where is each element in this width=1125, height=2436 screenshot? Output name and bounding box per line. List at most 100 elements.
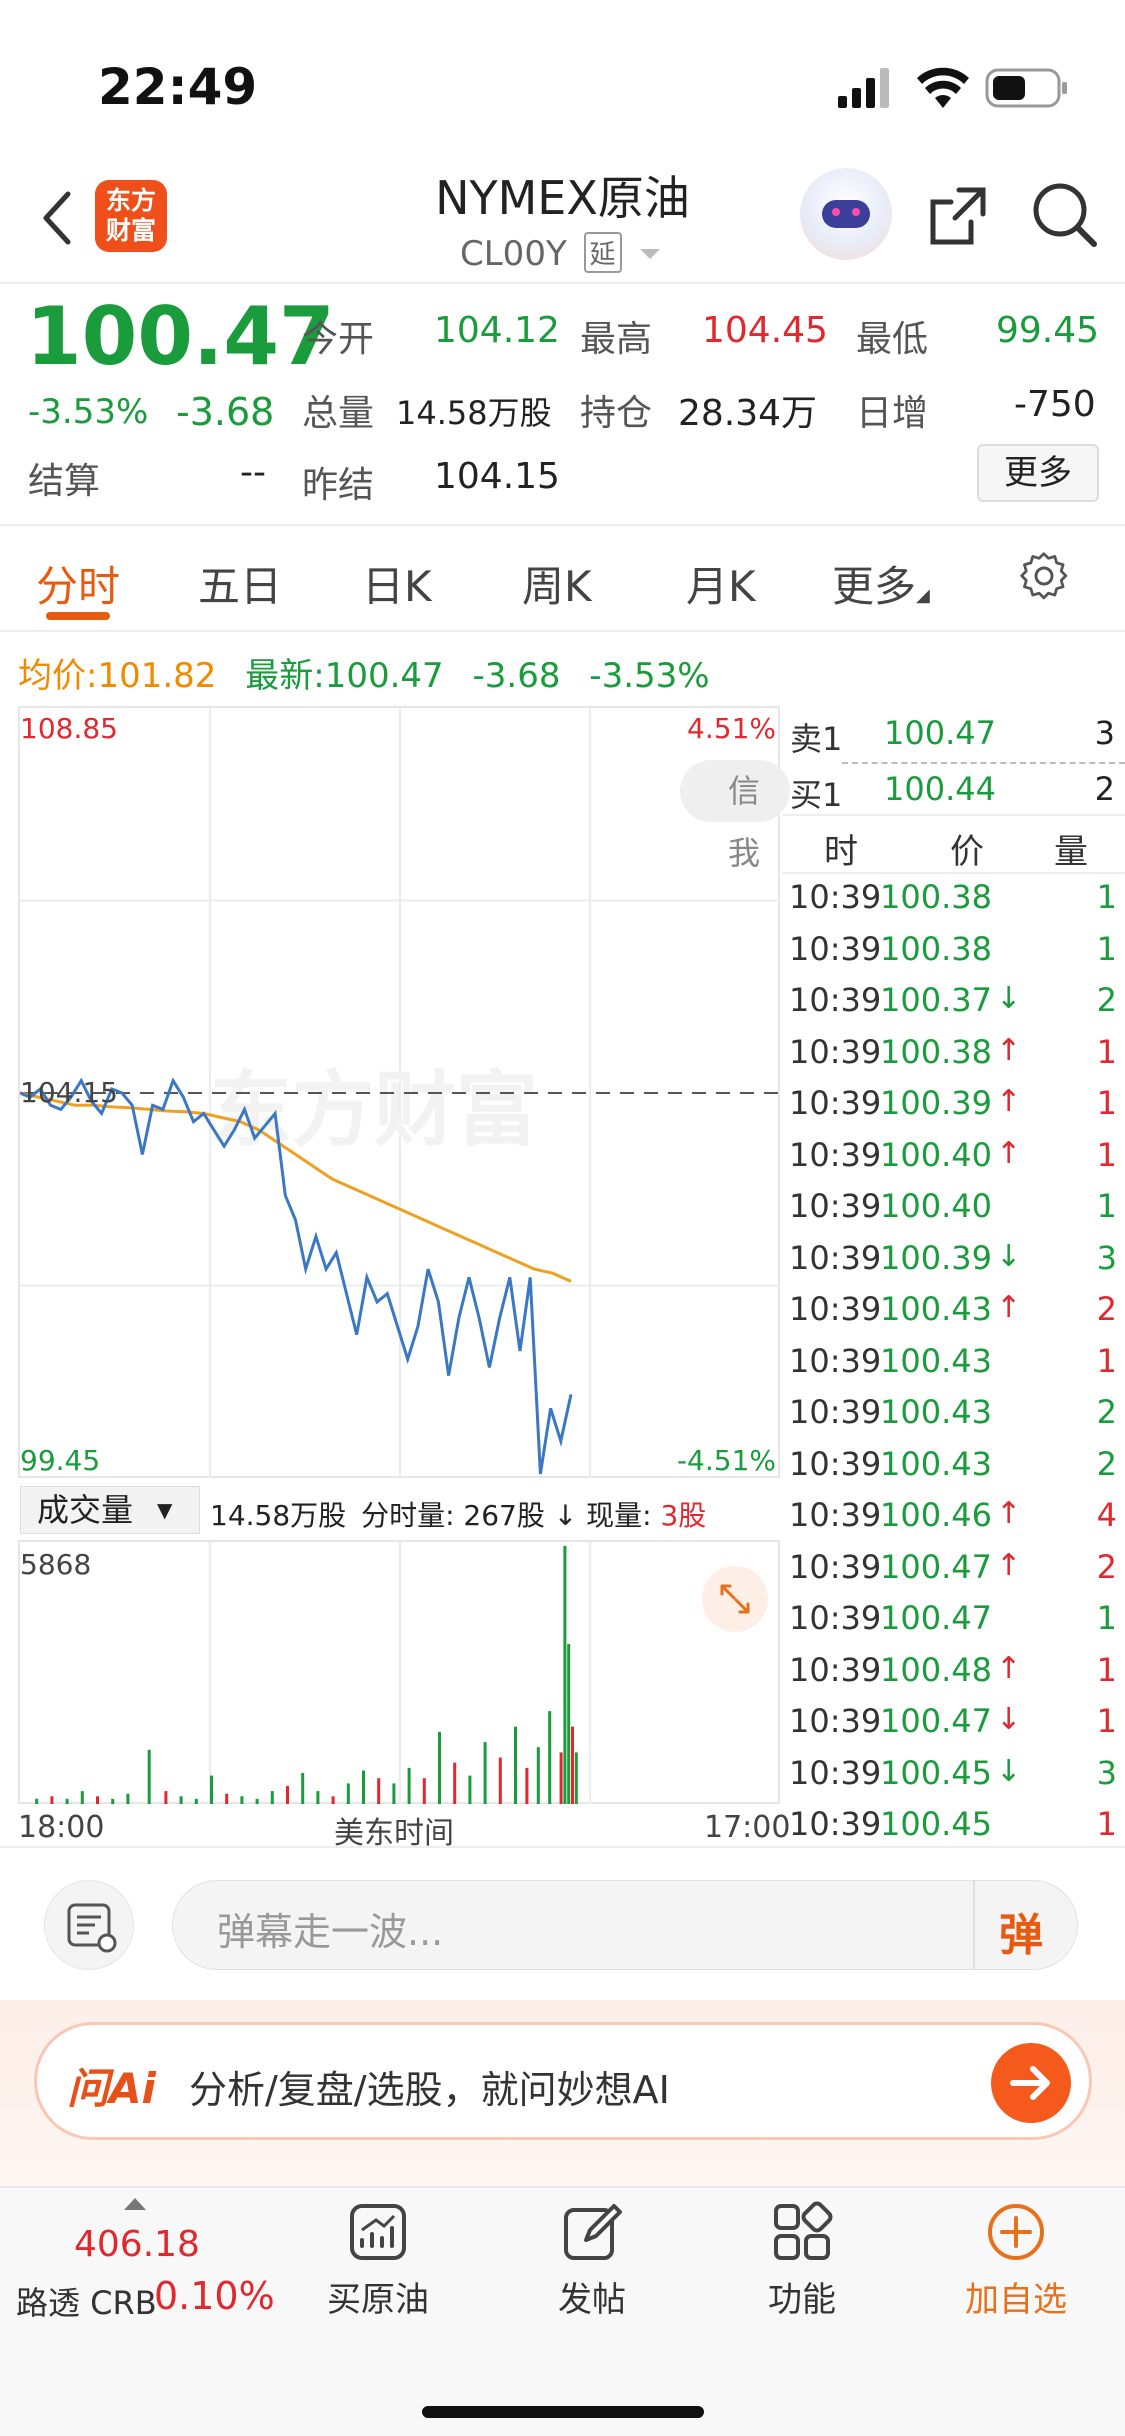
volume-bar [164, 1791, 168, 1804]
trade-row: 10:39 100.38 ↑ 1 [787, 1027, 1117, 1078]
trade-volume: 2 [1096, 1393, 1117, 1431]
volume-selector[interactable]: 成交量 ▼ [20, 1486, 200, 1534]
index-name: 路透 CRB [16, 2284, 157, 2322]
pct-min-label: -4.51% [676, 1444, 776, 1477]
trades-header-volume: 量 [1054, 832, 1088, 872]
position-value: 28.34万 [678, 393, 818, 434]
trade-row: 10:39 100.38 1 [787, 924, 1117, 975]
ai-go-arrow-icon[interactable] [991, 2043, 1071, 2123]
trade-row: 10:39 100.39 ↓ 3 [787, 1233, 1117, 1284]
trade-price: 100.40 [880, 1135, 992, 1174]
open-label: 今开 [302, 319, 375, 360]
tab-weekly-k[interactable]: 周K [522, 553, 592, 614]
volume-bar [316, 1791, 320, 1804]
nav-post-label[interactable]: 发帖 [502, 2272, 682, 2321]
volume-bar [362, 1770, 365, 1804]
volume-bar [255, 1798, 259, 1804]
danmu-input[interactable]: 弹幕走一波... 弹 [172, 1880, 1078, 1970]
trade-price: 100.47 [880, 1547, 992, 1586]
buy1-label: 买1 [790, 776, 843, 814]
low-value: 99.45 [996, 310, 1100, 351]
trade-price: 100.43 [880, 1444, 992, 1483]
buy1-price: 100.44 [884, 770, 996, 808]
trade-row: 10:39 100.47 ↑ 2 [787, 1542, 1117, 1593]
current-volume-value: 3股 [660, 1499, 707, 1532]
nav-functions-label[interactable]: 功能 [712, 2272, 892, 2321]
settlement-value: -- [240, 452, 266, 493]
danmu-button[interactable]: 弹 [999, 1899, 1043, 1963]
trade-row: 10:39 100.43 2 [787, 1387, 1117, 1438]
volume-label: 总量 [302, 393, 375, 434]
trade-time: 10:39 [789, 1032, 882, 1071]
trade-time: 10:39 [789, 1599, 882, 1637]
trade-row: 10:39 100.45 ↓ 3 [787, 1748, 1117, 1799]
volume-bar [559, 1752, 563, 1804]
ai-ask-bar[interactable]: 问Ai 分析/复盘/选股，就问妙想AI [34, 2022, 1092, 2140]
tab-monthly-k[interactable]: 月K [686, 553, 756, 614]
danmaku-pill[interactable]: 信我 [680, 760, 790, 872]
volume-chart[interactable]: 5868 [18, 1540, 780, 1804]
trade-time: 10:39 [789, 1753, 882, 1792]
search-icon[interactable] [1030, 180, 1100, 250]
trade-direction-icon: ↓ [996, 1702, 1022, 1737]
trade-volume: 2 [1096, 1290, 1117, 1328]
trade-direction-icon: ↓ [996, 1238, 1022, 1274]
trade-direction-icon: ↓ [996, 1753, 1022, 1789]
tab-intraday[interactable]: 分时 [36, 553, 120, 614]
share-icon[interactable] [925, 182, 991, 248]
order-book-bottom-divider [782, 814, 1125, 816]
nav-buy-oil-label[interactable]: 买原油 [288, 2272, 468, 2321]
volume-bar [194, 1798, 198, 1804]
intraday-chart[interactable]: 东方财富 108.85 104.15 99.45 4.51% -4.51% 信我 [18, 706, 790, 1478]
volume-value: 14.58万股 [396, 394, 552, 432]
order-book-divider [842, 762, 1125, 764]
latest-change: -3.68 [472, 656, 561, 696]
trade-direction-icon: ↑ [996, 1084, 1022, 1119]
tab-daily-k[interactable]: 日K [362, 553, 432, 614]
expand-icon[interactable] [702, 1566, 768, 1632]
post-icon[interactable] [502, 2200, 682, 2268]
trade-time: 10:39 [789, 1084, 882, 1122]
tab-five-day[interactable]: 五日 [198, 553, 282, 614]
volume-bar [422, 1778, 426, 1804]
volume-bar [453, 1762, 457, 1804]
symbol-row[interactable]: CL00Y 延 [460, 232, 680, 278]
volume-bar [65, 1798, 69, 1804]
ai-robot-avatar[interactable] [800, 168, 892, 260]
more-button[interactable]: 更多 [977, 444, 1099, 502]
tab-more[interactable]: 更多◢ [832, 553, 930, 614]
functions-icon[interactable] [712, 2200, 892, 2268]
trade-volume: 1 [1096, 1599, 1117, 1637]
index-ticker[interactable]: 406.18 路透 CRB 0.10% [0, 2186, 290, 2336]
trade-price: 100.37 [880, 981, 992, 1019]
trade-volume: 1 [1096, 1032, 1117, 1071]
buy-oil-icon[interactable] [288, 2200, 468, 2268]
volume-bar [286, 1785, 289, 1804]
last-price: 100.47 [26, 290, 335, 383]
trade-volume: 1 [1096, 1650, 1117, 1689]
tab-more-label: 更多 [832, 562, 917, 611]
trade-volume: 1 [1096, 929, 1117, 968]
add-watchlist-icon[interactable] [926, 2200, 1106, 2268]
order-book: 卖1 100.47 3 买1 100.44 2 [782, 706, 1125, 816]
trade-row: 10:39 100.40 1 [787, 1181, 1117, 1232]
trade-price: 100.47 [880, 1702, 992, 1740]
comment-list-icon[interactable] [44, 1880, 134, 1970]
volume-bar [525, 1767, 529, 1804]
active-tab-indicator [46, 612, 110, 620]
minute-volume: 分时量: 267股 [361, 1499, 545, 1532]
settings-gear-icon[interactable] [1018, 550, 1070, 602]
volume-bar [240, 1796, 244, 1804]
volume-bar [111, 1798, 115, 1804]
trade-time: 10:39 [789, 1238, 882, 1277]
low-label: 最低 [856, 319, 929, 360]
trade-row: 10:39 100.46 ↑ 4 [787, 1490, 1117, 1541]
symbol-code: CL00Y [460, 234, 567, 274]
trade-volume: 1 [1096, 878, 1117, 916]
battery-icon [985, 66, 1069, 110]
trade-row: 10:39 100.43 ↑ 2 [787, 1284, 1117, 1335]
nav-add-watchlist-label[interactable]: 加自选 [926, 2272, 1106, 2321]
volume-bar [80, 1791, 84, 1804]
caret-up-icon [124, 2198, 146, 2210]
chart-info-line: 均价:101.82 最新:100.47 -3.68 -3.53% [18, 648, 710, 697]
